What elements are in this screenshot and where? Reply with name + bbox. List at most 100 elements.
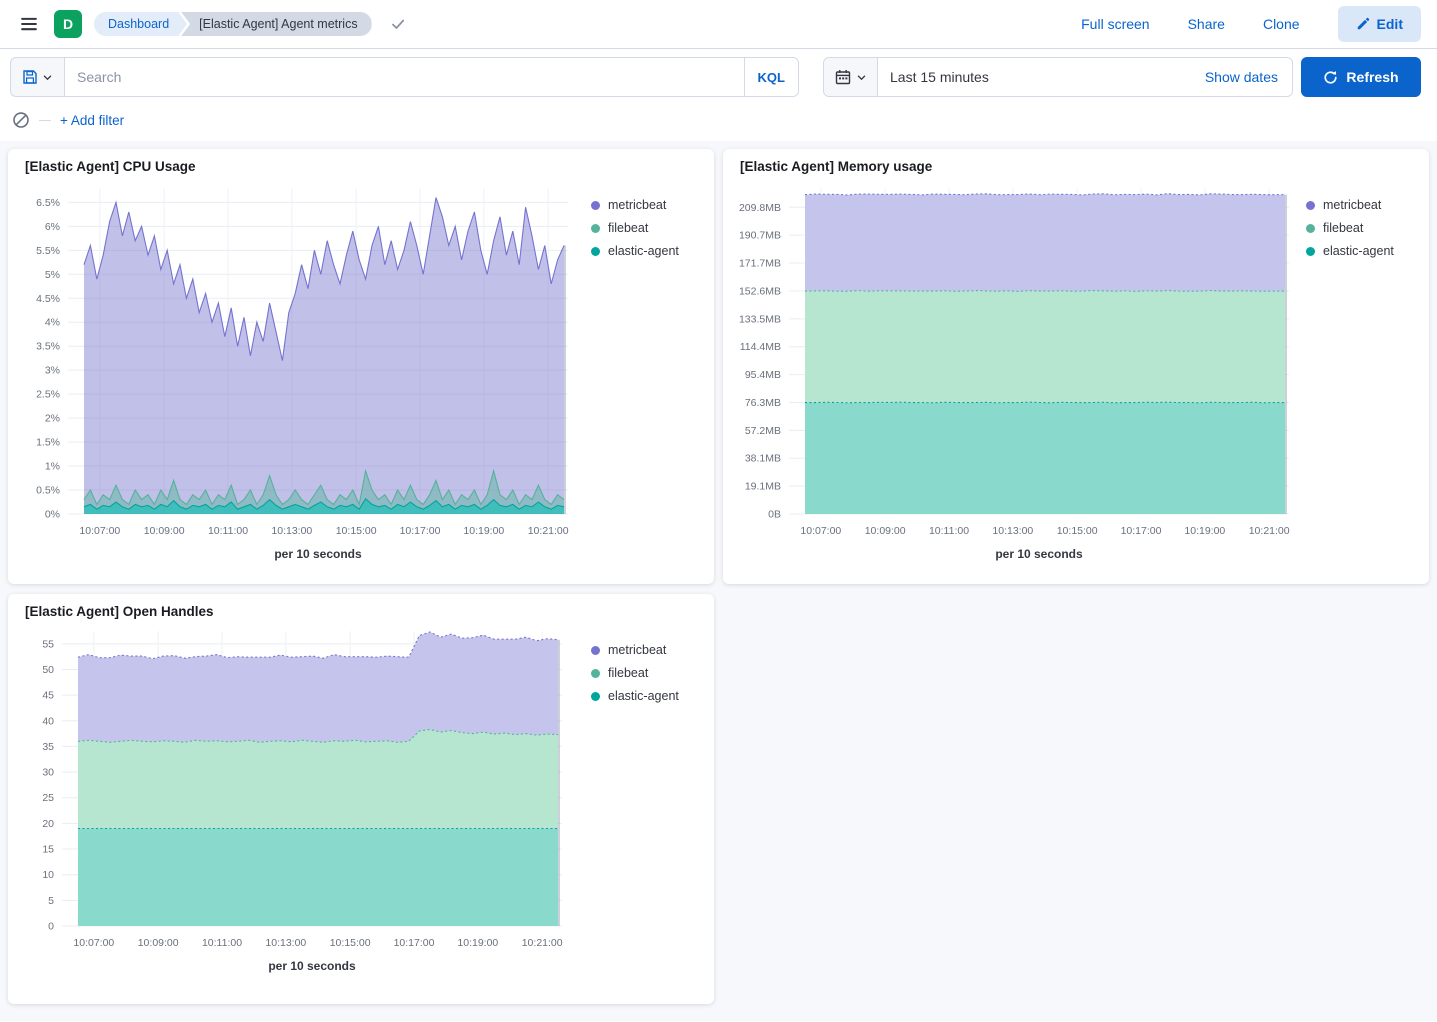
svg-text:0.5%: 0.5% (36, 485, 60, 497)
legend-label: metricbeat (608, 643, 666, 657)
svg-text:20: 20 (42, 818, 54, 830)
search-box: KQL (64, 57, 799, 97)
clone-button[interactable]: Clone (1263, 16, 1300, 32)
hamburger-menu-button[interactable] (16, 11, 42, 37)
svg-text:10:19:00: 10:19:00 (457, 937, 498, 949)
svg-text:209.8MB: 209.8MB (739, 202, 781, 214)
legend-item-metricbeat[interactable]: metricbeat (591, 198, 703, 212)
svg-text:10:09:00: 10:09:00 (138, 937, 179, 949)
svg-text:10:19:00: 10:19:00 (1184, 525, 1225, 537)
date-quick-select-button[interactable] (824, 58, 878, 96)
refresh-button-label: Refresh (1346, 69, 1398, 85)
cpu-usage-chart[interactable]: 0%0.5%1%1.5%2%2.5%3%3.5%4%4.5%5%5.5%6%6.… (16, 176, 591, 584)
legend-item-metricbeat[interactable]: metricbeat (1306, 198, 1418, 212)
svg-text:57.2MB: 57.2MB (745, 425, 781, 437)
svg-text:5.5%: 5.5% (36, 245, 60, 257)
svg-text:1.5%: 1.5% (36, 437, 60, 449)
svg-text:0%: 0% (45, 509, 60, 521)
chart-area: 0B19.1MB38.1MB57.2MB76.3MB95.4MB114.4MB1… (731, 176, 1423, 584)
memory-usage-chart[interactable]: 0B19.1MB38.1MB57.2MB76.3MB95.4MB114.4MB1… (731, 176, 1306, 584)
panel-title: [Elastic Agent] CPU Usage (25, 159, 708, 174)
svg-text:6.5%: 6.5% (36, 197, 60, 209)
legend-item-filebeat[interactable]: filebeat (591, 221, 703, 235)
svg-text:10:17:00: 10:17:00 (400, 525, 441, 537)
search-group: KQL (10, 57, 799, 97)
panel-cpu-usage: [Elastic Agent] CPU Usage 0%0.5%1%1.5%2%… (8, 149, 714, 584)
svg-text:0B: 0B (768, 509, 781, 521)
saved-query-menu-button[interactable] (10, 57, 64, 97)
chart-area: 051015202530354045505510:07:0010:09:0010… (16, 621, 708, 998)
svg-text:10:21:00: 10:21:00 (528, 525, 569, 537)
svg-text:3.5%: 3.5% (36, 341, 60, 353)
legend-dot-icon (591, 646, 600, 655)
svg-text:25: 25 (42, 792, 54, 804)
chevron-down-icon (42, 72, 53, 83)
svg-text:15: 15 (42, 844, 54, 856)
legend-dot-icon (591, 692, 600, 701)
breadcrumb-current-page: [Elastic Agent] Agent metrics (181, 12, 371, 36)
svg-text:6%: 6% (45, 221, 60, 233)
share-button[interactable]: Share (1188, 16, 1225, 32)
time-range-value[interactable]: Last 15 minutes (878, 58, 1191, 96)
add-filter-button[interactable]: + Add filter (60, 113, 124, 128)
legend-dot-icon (591, 669, 600, 678)
legend-item-elastic-agent[interactable]: elastic-agent (591, 689, 703, 703)
svg-text:10:17:00: 10:17:00 (1121, 525, 1162, 537)
legend-item-filebeat[interactable]: filebeat (1306, 221, 1418, 235)
chart-svg: 0B19.1MB38.1MB57.2MB76.3MB95.4MB114.4MB1… (731, 176, 1306, 581)
svg-text:10:21:00: 10:21:00 (522, 937, 563, 949)
legend-dot-icon (591, 224, 600, 233)
filter-bar: + Add filter (0, 105, 1437, 141)
search-input[interactable] (65, 58, 744, 96)
legend-item-elastic-agent[interactable]: elastic-agent (591, 244, 703, 258)
svg-text:190.7MB: 190.7MB (739, 230, 781, 242)
panel-title: [Elastic Agent] Memory usage (740, 159, 1423, 174)
svg-text:40: 40 (42, 715, 54, 727)
legend-item-filebeat[interactable]: filebeat (591, 666, 703, 680)
edit-button-label: Edit (1377, 16, 1403, 32)
svg-text:10:13:00: 10:13:00 (271, 525, 312, 537)
legend-label: filebeat (608, 666, 648, 680)
legend-dot-icon (1306, 247, 1315, 256)
svg-text:10:07:00: 10:07:00 (800, 525, 841, 537)
pencil-icon (1356, 17, 1370, 31)
legend-dot-icon (1306, 201, 1315, 210)
kql-language-button[interactable]: KQL (744, 58, 798, 96)
breadcrumb-dashboard[interactable]: Dashboard (94, 12, 187, 36)
save-icon (22, 69, 38, 85)
svg-text:10:09:00: 10:09:00 (144, 525, 185, 537)
svg-text:10:17:00: 10:17:00 (394, 937, 435, 949)
svg-text:19.1MB: 19.1MB (745, 481, 781, 493)
svg-text:10:07:00: 10:07:00 (73, 937, 114, 949)
svg-text:35: 35 (42, 741, 54, 753)
show-dates-button[interactable]: Show dates (1191, 58, 1292, 96)
svg-text:38.1MB: 38.1MB (745, 453, 781, 465)
chart-svg: 0%0.5%1%1.5%2%2.5%3%3.5%4%4.5%5%5.5%6%6.… (16, 176, 591, 581)
open-handles-chart[interactable]: 051015202530354045505510:07:0010:09:0010… (16, 621, 591, 998)
refresh-button[interactable]: Refresh (1301, 57, 1421, 97)
legend-item-metricbeat[interactable]: metricbeat (591, 643, 703, 657)
svg-text:2.5%: 2.5% (36, 389, 60, 401)
svg-text:10: 10 (42, 869, 54, 881)
svg-text:4%: 4% (45, 317, 60, 329)
legend-item-elastic-agent[interactable]: elastic-agent (1306, 244, 1418, 258)
dashboard-grid: [Elastic Agent] CPU Usage 0%0.5%1%1.5%2%… (0, 141, 1437, 1021)
space-avatar[interactable]: D (54, 10, 82, 38)
legend-dot-icon (1306, 224, 1315, 233)
svg-text:133.5MB: 133.5MB (739, 313, 781, 325)
svg-text:152.6MB: 152.6MB (739, 285, 781, 297)
full-screen-button[interactable]: Full screen (1081, 16, 1149, 32)
query-bar: KQL Last 15 minutes Show dates Refresh (0, 49, 1437, 105)
svg-text:10:21:00: 10:21:00 (1249, 525, 1290, 537)
svg-text:1%: 1% (45, 461, 60, 473)
svg-text:10:11:00: 10:11:00 (929, 525, 969, 537)
svg-text:10:19:00: 10:19:00 (463, 525, 504, 537)
edit-button[interactable]: Edit (1338, 6, 1421, 42)
chart-area: 0%0.5%1%1.5%2%2.5%3%3.5%4%4.5%5%5.5%6%6.… (16, 176, 708, 584)
svg-text:per 10 seconds: per 10 seconds (995, 547, 1083, 561)
svg-text:10:15:00: 10:15:00 (330, 937, 371, 949)
circle-slash-icon[interactable] (12, 111, 30, 129)
svg-text:10:13:00: 10:13:00 (265, 937, 306, 949)
svg-text:10:15:00: 10:15:00 (1057, 525, 1098, 537)
legend-label: elastic-agent (1323, 244, 1394, 258)
